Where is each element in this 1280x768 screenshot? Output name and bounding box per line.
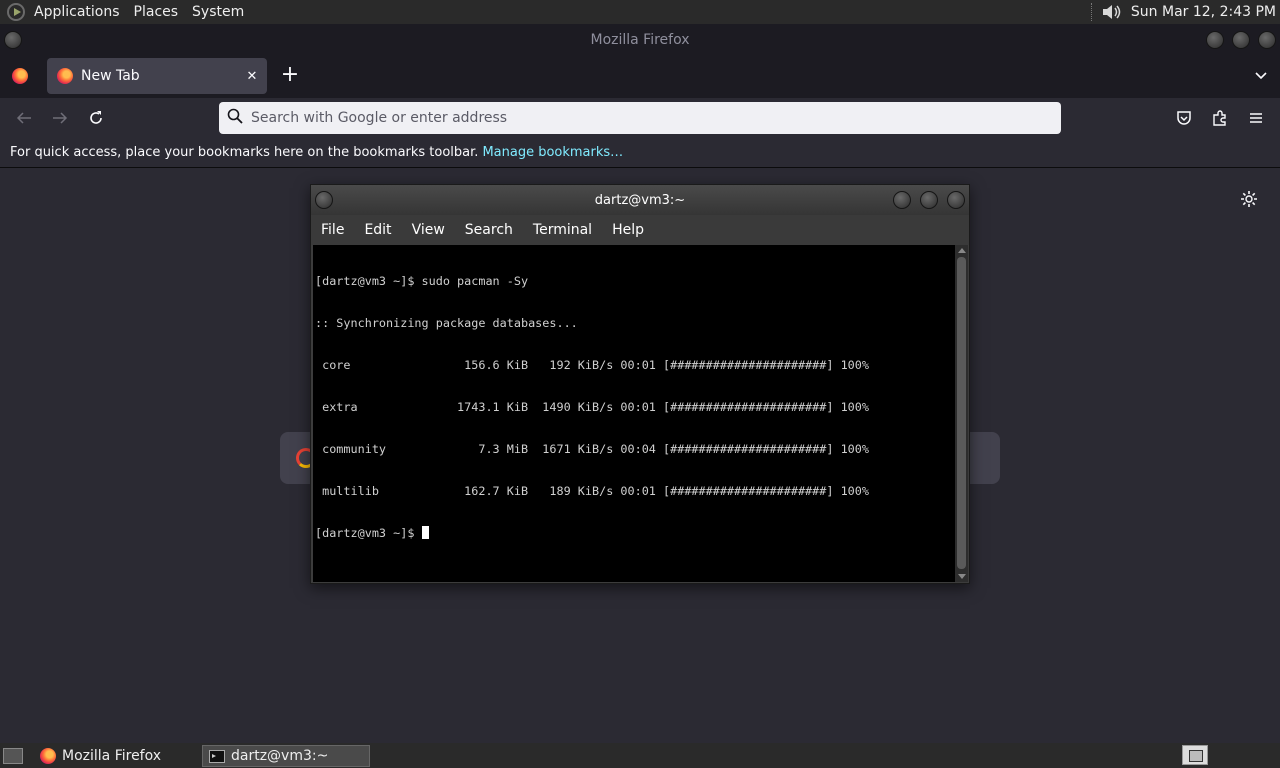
terminal-line: extra 1743.1 KiB 1490 KiB/s 00:01 [#####… [315, 400, 869, 414]
menu-applications[interactable]: Applications [34, 4, 120, 20]
tab-bar: New Tab ✕ + [0, 56, 1280, 98]
back-icon[interactable] [14, 108, 34, 128]
firefox-view-icon[interactable] [12, 68, 28, 84]
scroll-down-icon[interactable] [958, 574, 966, 579]
terminal-window[interactable]: dartz@vm3:~ File Edit View Search Termin… [310, 184, 970, 584]
bottom-panel: Mozilla Firefox dartz@vm3:~ [0, 743, 1280, 768]
url-input[interactable] [251, 110, 1011, 126]
settings-gear-icon[interactable] [1240, 190, 1258, 208]
terminal-line: core 156.6 KiB 192 KiB/s 00:01 [########… [315, 358, 869, 372]
volume-icon[interactable] [1101, 3, 1123, 21]
terminal-minimize-button[interactable] [893, 191, 911, 209]
distro-logo-icon[interactable] [7, 3, 25, 21]
taskbar-label: dartz@vm3:~ [231, 748, 329, 764]
terminal-menu-help[interactable]: Help [612, 222, 644, 238]
bookmarks-hint: For quick access, place your bookmarks h… [10, 145, 479, 160]
terminal-titlebar[interactable]: dartz@vm3:~ [311, 185, 969, 215]
minimize-button[interactable] [1206, 31, 1224, 49]
terminal-scrollbar[interactable] [955, 245, 968, 582]
maximize-button[interactable] [1232, 31, 1250, 49]
tab-close-icon[interactable]: ✕ [241, 69, 263, 84]
close-window-button[interactable] [1258, 31, 1276, 49]
show-desktop-icon[interactable] [3, 747, 23, 764]
terminal-line: multilib 162.7 KiB 189 KiB/s 00:01 [####… [315, 484, 869, 498]
hamburger-menu-icon[interactable] [1246, 108, 1266, 128]
terminal-prompt: [dartz@vm3 ~]$ [315, 526, 422, 540]
terminal-menu-file[interactable]: File [321, 222, 344, 238]
top-panel: Applications Places System Sun Mar 12, 2… [0, 0, 1280, 24]
tab-label: New Tab [81, 68, 140, 84]
bookmarks-toolbar: For quick access, place your bookmarks h… [0, 138, 1280, 168]
scrollbar-thumb[interactable] [957, 257, 966, 569]
terminal-maximize-button[interactable] [920, 191, 938, 209]
panel-separator [1090, 3, 1093, 21]
terminal-menu-view[interactable]: View [412, 222, 445, 238]
scroll-up-icon[interactable] [958, 248, 966, 253]
taskbar-item-terminal[interactable]: dartz@vm3:~ [202, 745, 370, 767]
taskbar-label: Mozilla Firefox [62, 748, 162, 764]
firefox-icon [40, 748, 56, 764]
tab-new-tab[interactable]: New Tab ✕ [47, 58, 267, 94]
forward-icon[interactable] [50, 108, 70, 128]
terminal-cursor [421, 526, 429, 539]
terminal-menubar: File Edit View Search Terminal Help [311, 215, 969, 245]
menu-system[interactable]: System [192, 4, 244, 20]
terminal-close-button[interactable] [947, 191, 965, 209]
address-bar[interactable] [219, 102, 1061, 134]
terminal-icon [209, 749, 225, 763]
workspace-switcher[interactable] [1182, 745, 1208, 765]
tab-favicon-icon [57, 68, 73, 84]
terminal-screen[interactable]: [dartz@vm3 ~]$ sudo pacman -Sy :: Synchr… [313, 245, 955, 582]
terminal-prompt-line[interactable]: [dartz@vm3 ~]$ [315, 526, 955, 540]
menu-places[interactable]: Places [134, 4, 179, 20]
firefox-window-title: Mozilla Firefox [590, 32, 690, 48]
firefox-titlebar[interactable]: Mozilla Firefox [0, 24, 1280, 56]
extensions-icon[interactable] [1210, 108, 1230, 128]
pocket-icon[interactable] [1174, 108, 1194, 128]
terminal-window-menu-button[interactable] [315, 191, 333, 209]
search-icon [227, 108, 243, 128]
new-tab-button[interactable]: + [280, 64, 300, 88]
terminal-line: :: Synchronizing package databases... [315, 316, 578, 330]
taskbar-item-firefox[interactable]: Mozilla Firefox [34, 745, 198, 767]
terminal-menu-edit[interactable]: Edit [364, 222, 391, 238]
manage-bookmarks-link[interactable]: Manage bookmarks… [482, 145, 623, 160]
terminal-line: community 7.3 MiB 1671 KiB/s 00:04 [####… [315, 442, 869, 456]
terminal-title: dartz@vm3:~ [594, 192, 686, 208]
window-menu-button[interactable] [4, 31, 22, 49]
terminal-menu-search[interactable]: Search [465, 222, 513, 238]
list-all-tabs-icon[interactable] [1254, 69, 1268, 83]
navigation-toolbar [0, 98, 1280, 138]
reload-icon[interactable] [86, 108, 106, 128]
terminal-line: [dartz@vm3 ~]$ sudo pacman -Sy [315, 274, 529, 288]
clock[interactable]: Sun Mar 12, 2:43 PM [1131, 4, 1276, 20]
terminal-menu-terminal[interactable]: Terminal [533, 222, 592, 238]
